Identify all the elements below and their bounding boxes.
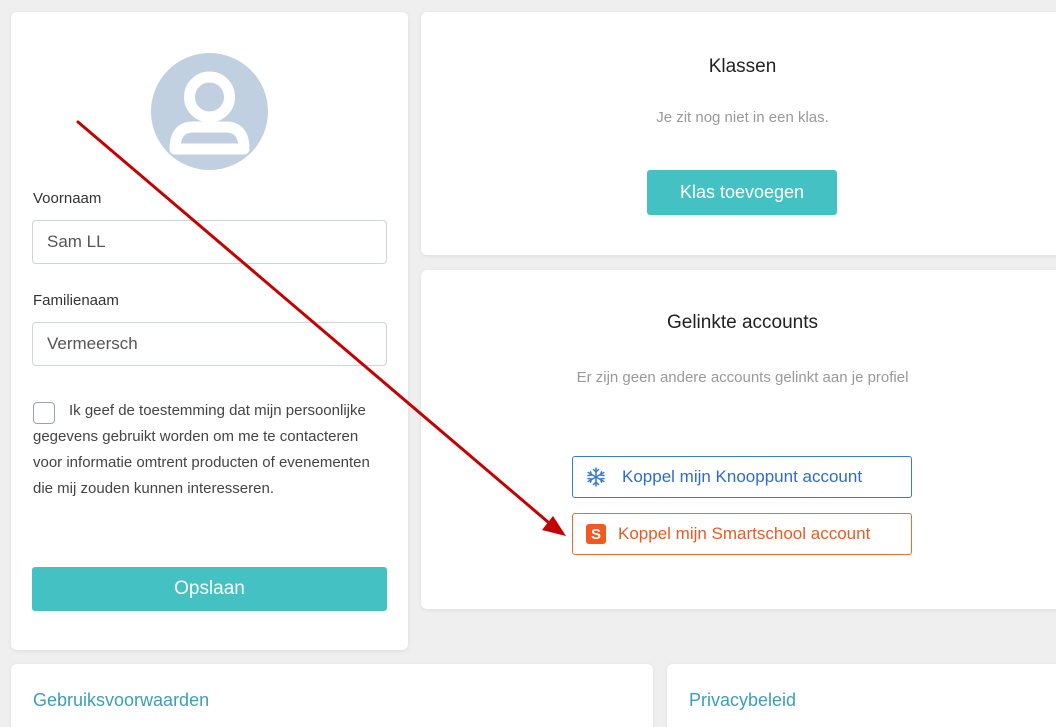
classes-empty-text: Je zit nog niet in een klas. [656, 109, 829, 126]
link-smartschool-label: Koppel mijn Smartschool account [618, 524, 871, 543]
first-name-label: Voornaam [33, 190, 102, 207]
add-class-button[interactable]: Klas toevoegen [647, 170, 837, 215]
page: Voornaam Familienaam Ik geef de toestemm… [0, 0, 1056, 727]
linked-accounts-title: Gelinkte accounts [666, 312, 819, 333]
linked-accounts-empty-text: Er zijn geen andere accounts gelinkt aan… [576, 369, 909, 386]
linked-accounts-card: Gelinkte accounts Er zijn geen andere ac… [421, 270, 1056, 609]
privacy-card: Privacybeleid [667, 664, 1056, 727]
link-knooppunt-button[interactable]: Koppel mijn Knooppunt account [572, 456, 912, 498]
knooppunt-snowflake-icon [587, 467, 605, 487]
classes-card: Klassen Je zit nog niet in een klas. Kla… [421, 12, 1056, 255]
profile-card: Voornaam Familienaam Ik geef de toestemm… [11, 12, 408, 650]
user-avatar-icon [151, 53, 268, 170]
smartschool-logo-icon: S [586, 524, 606, 544]
classes-title: Klassen [708, 56, 777, 77]
consent-text: Ik geef de toestemming dat mijn persoonl… [33, 402, 370, 497]
link-knooppunt-label: Koppel mijn Knooppunt account [622, 467, 863, 486]
first-name-input[interactable] [32, 220, 387, 264]
privacy-link[interactable]: Privacybeleid [689, 690, 796, 711]
last-name-input[interactable] [32, 322, 387, 366]
terms-card: Gebruiksvoorwaarden [11, 664, 653, 727]
last-name-label: Familienaam [33, 292, 119, 309]
link-smartschool-button[interactable]: S Koppel mijn Smartschool account [572, 513, 912, 555]
save-button[interactable]: Opslaan [32, 567, 387, 611]
terms-link[interactable]: Gebruiksvoorwaarden [33, 690, 209, 711]
